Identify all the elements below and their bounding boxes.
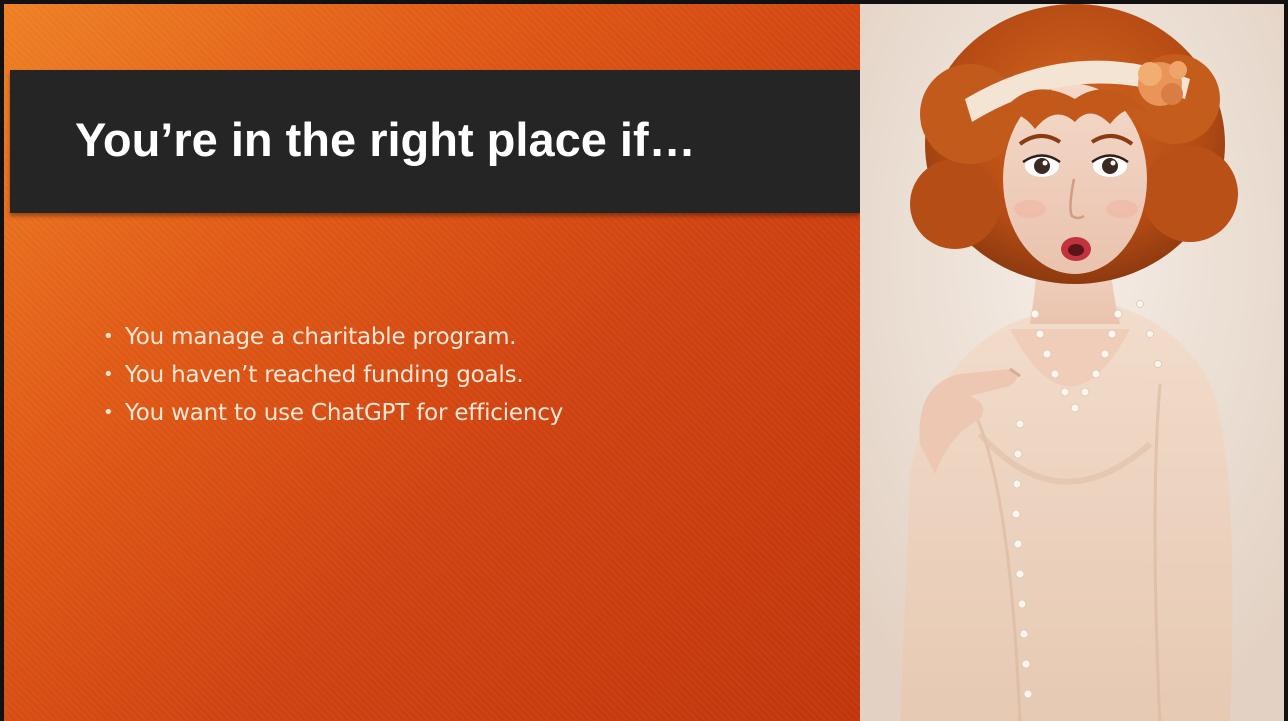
bullet-dot-icon: • [103,364,114,385]
surprised-woman-photo [860,0,1288,721]
title-bar: You’re in the right place if… [10,70,860,213]
bullet-text: You want to use ChatGPT for efficiency [125,400,564,426]
bullet-dot-icon: • [103,326,114,347]
slide: You’re in the right place if… • You mana… [0,0,1288,721]
bullet-item: • You haven’t reached funding goals. [103,356,563,394]
bullet-text: You manage a charitable program. [125,324,517,350]
bullet-text: You haven’t reached funding goals. [125,362,524,388]
slide-title: You’re in the right place if… [75,113,696,166]
bullet-item: • You want to use ChatGPT for efficiency [103,394,563,432]
bullet-item: • You manage a charitable program. [103,318,563,356]
woman-illustration-icon [860,4,1284,721]
bullet-dot-icon: • [103,402,114,423]
bullet-list: • You manage a charitable program. • You… [103,318,563,432]
